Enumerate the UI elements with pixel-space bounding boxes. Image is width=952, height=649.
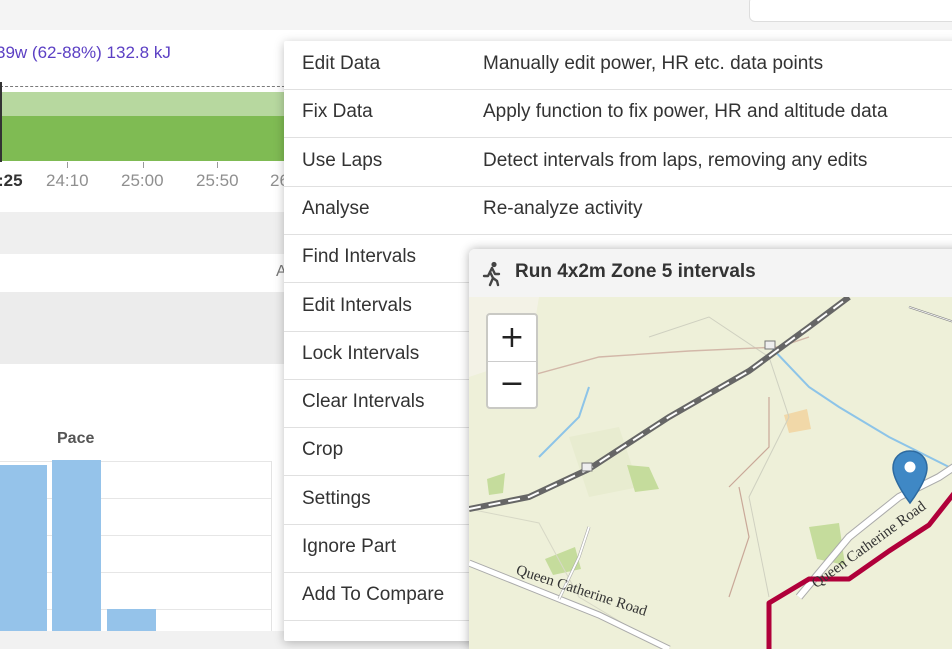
power-summary-text: 39w (62-88%) 132.8 kJ: [0, 43, 171, 62]
menu-item-description: Apply function to fix power, HR and alti…: [483, 101, 888, 123]
pace-bar[interactable]: [52, 460, 101, 631]
pace-bar[interactable]: [0, 465, 47, 631]
top-search-box[interactable]: [749, 0, 952, 22]
section-header: [0, 292, 290, 365]
menu-item-label: Add To Compare: [302, 584, 445, 606]
x-tick: [67, 162, 68, 168]
route-map[interactable]: Queen Catherine Road Queen Catherine Roa…: [469, 297, 952, 649]
pace-chart-title: Pace: [57, 430, 95, 447]
menu-item-description: Re-analyze activity: [483, 197, 643, 219]
menu-item-analyse[interactable]: Analyse Re-analyze activity: [284, 186, 952, 235]
runner-icon: [482, 261, 501, 287]
menu-item-label: Find Intervals: [302, 246, 417, 268]
activity-map-popup: Run 4x2m Zone 5 intervals Queen Catherin…: [469, 249, 952, 649]
pace-bar[interactable]: [107, 609, 156, 631]
x-tick-label: 25:50: [196, 171, 239, 190]
x-tick: [217, 162, 218, 168]
chart-cursor-line[interactable]: [0, 82, 2, 162]
table-header-row: [0, 254, 290, 293]
power-band-light: [0, 92, 290, 116]
cursor-time-label: :25: [0, 171, 23, 190]
menu-item-label: Edit Data: [302, 53, 381, 74]
menu-item-label: Use Laps: [302, 149, 383, 171]
menu-item-label: Fix Data: [302, 101, 373, 123]
map-zoom-control: + −: [486, 313, 538, 409]
menu-item-label: Lock Intervals: [302, 342, 420, 364]
power-band-dark[interactable]: [0, 116, 290, 161]
target-dashed-line: [0, 86, 290, 87]
map-tiles: [469, 297, 952, 649]
zoom-in-button[interactable]: +: [488, 315, 536, 362]
menu-item-fix-data[interactable]: Fix Data Apply function to fix power, HR …: [284, 89, 952, 139]
menu-item-label: Edit Intervals: [302, 294, 412, 316]
x-tick-label: 24:10: [46, 171, 89, 190]
menu-item-use-laps[interactable]: Use Laps Detect intervals from laps, remo…: [284, 138, 952, 187]
popup-header[interactable]: Run 4x2m Zone 5 intervals: [469, 249, 952, 298]
x-tick-label: 25:00: [121, 171, 164, 190]
zoom-out-button[interactable]: −: [488, 361, 536, 407]
menu-item-label: Settings: [302, 487, 371, 509]
popup-title: Run 4x2m Zone 5 intervals: [515, 261, 756, 282]
section-divider: [0, 212, 290, 254]
x-tick: [143, 162, 144, 168]
menu-item-description: Manually edit power, HR etc. data points: [483, 53, 824, 74]
menu-item-edit-data[interactable]: Edit Data Manually edit power, HR etc. da…: [284, 41, 952, 90]
menu-item-label: Ignore Part: [302, 536, 396, 557]
map-marker-icon[interactable]: [890, 449, 930, 505]
menu-item-description: Detect intervals from laps, removing any…: [483, 149, 868, 171]
menu-item-label: Clear Intervals: [302, 391, 425, 413]
menu-item-label: Crop: [302, 439, 344, 461]
grid-line: [0, 461, 271, 462]
menu-item-label: Analyse: [302, 197, 370, 219]
